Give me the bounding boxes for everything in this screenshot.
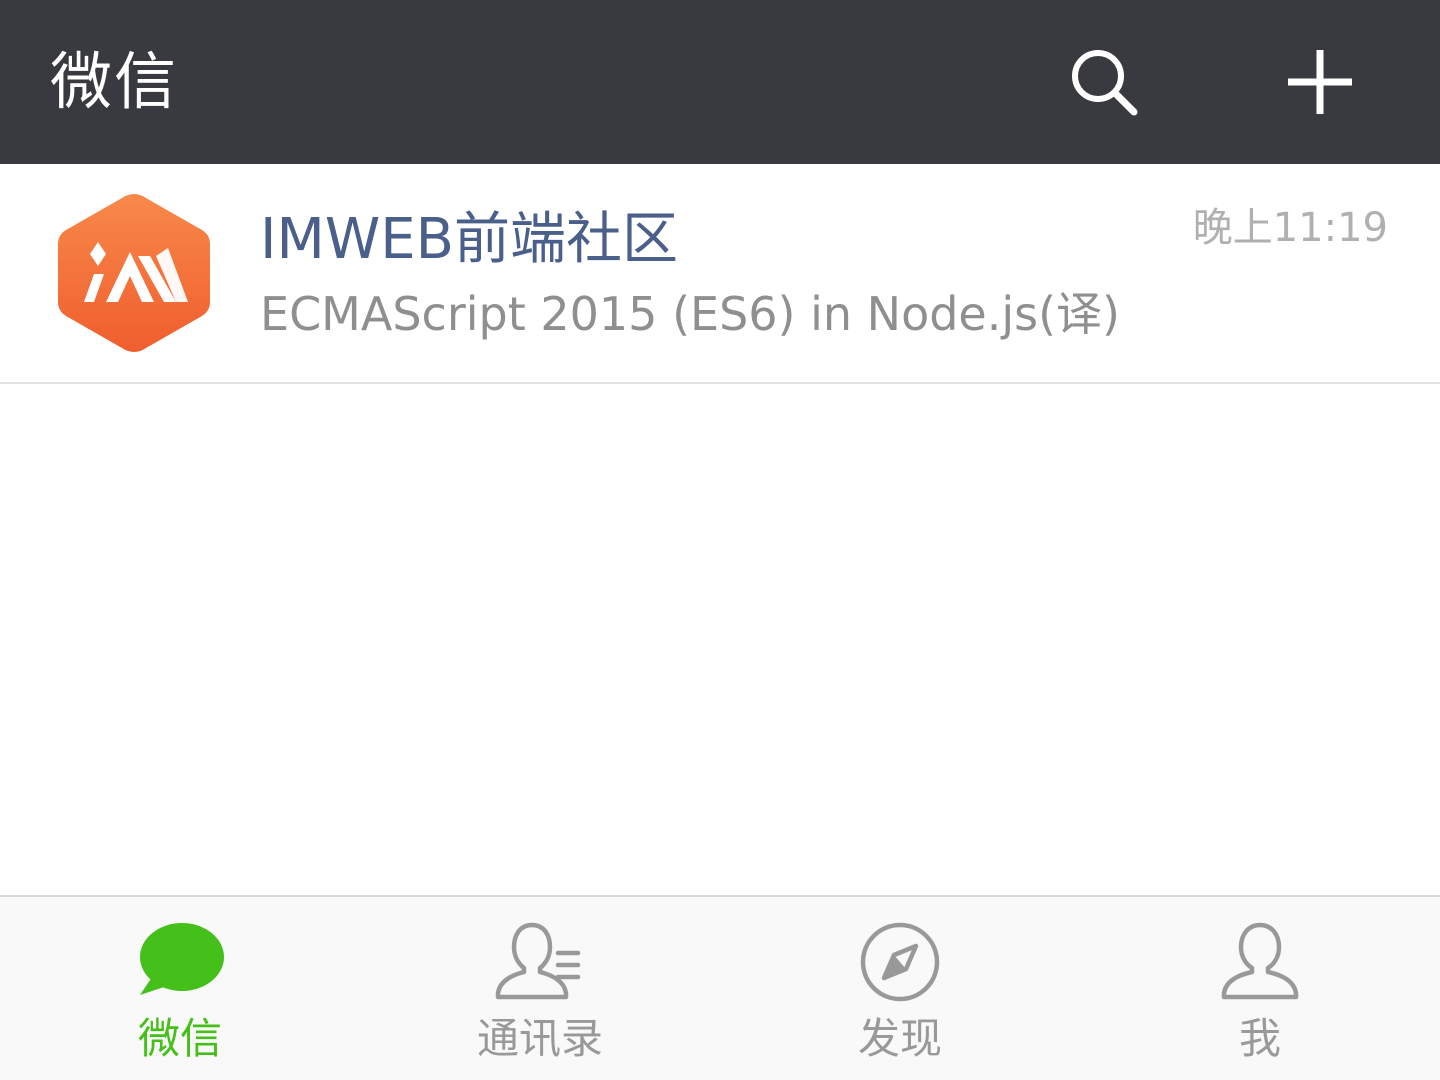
contacts-icon	[495, 922, 581, 1000]
person-icon	[1221, 922, 1299, 1000]
chat-list-item[interactable]: IMWEB前端社区 ECMAScript 2015 (ES6) in Node.…	[0, 164, 1440, 384]
tab-me[interactable]: 我	[1080, 897, 1440, 1080]
imweb-logo-icon	[58, 194, 210, 352]
tab-label: 我	[1238, 1014, 1281, 1063]
chat-bubble-icon	[140, 923, 224, 995]
search-button[interactable]	[1062, 40, 1146, 124]
search-icon	[1072, 50, 1138, 116]
page-title: 微信	[50, 45, 179, 118]
wechat-app: 微信 IMWEB前端社区 ECMAScript 2015 (ES6) in No…	[0, 0, 1440, 1080]
chat-name: IMWEB前端社区	[260, 207, 679, 272]
chat-time: 晚上11:19	[1192, 205, 1388, 251]
tab-label: 微信	[137, 1014, 222, 1063]
tab-label: 发现	[857, 1014, 942, 1063]
compass-icon	[860, 922, 940, 1002]
tab-chats[interactable]: 微信	[0, 897, 360, 1080]
bottom-tab-bar: 微信 通讯录 发现 我	[0, 895, 1440, 1080]
plus-icon	[1288, 50, 1352, 114]
tab-discover[interactable]: 发现	[720, 897, 1080, 1080]
add-button[interactable]	[1278, 40, 1362, 124]
tab-contacts[interactable]: 通讯录	[360, 897, 720, 1080]
avatar	[54, 190, 214, 356]
tab-label: 通讯录	[476, 1014, 603, 1063]
chat-preview: ECMAScript 2015 (ES6) in Node.js(译)	[260, 287, 1120, 341]
top-bar: 微信	[0, 0, 1440, 164]
